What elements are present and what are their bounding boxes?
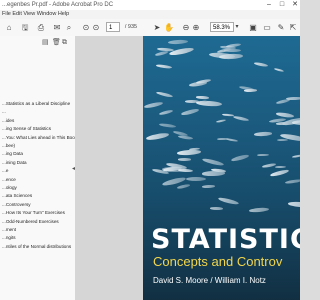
fish-decoration [155, 63, 173, 69]
bookmark-item[interactable]: ...Statistics as a Liberal Discipline [2, 100, 70, 107]
fish-decoration [143, 100, 164, 109]
previous-page-icon[interactable]: ⊙ [82, 22, 90, 33]
fish-decoration [216, 137, 229, 141]
fish-decoration [202, 185, 216, 189]
fish-decoration [177, 184, 191, 190]
page-total: / 935 [124, 24, 138, 30]
cover-subtitle: Concepts and Controv [153, 254, 283, 269]
bookmark-item[interactable]: ...You: What Lies ahead in This Book [2, 134, 75, 141]
fish-decoration [230, 153, 249, 162]
toolbar: ⌂ 🖫 ⎙ ✉ ⌕ ⊙ ⊙ 1 / 935 ➤ ✋ ⊖ ⊕ 58.3% ▾ ▣ … [0, 19, 300, 37]
fish-decoration [177, 169, 193, 173]
fish-decoration [145, 131, 170, 141]
bookmarks-toolbar: ▤ 🗑 ⧉ ✕ [0, 36, 75, 52]
bookmark-item[interactable]: ...e [2, 167, 8, 174]
fish-decoration [177, 149, 202, 156]
fish-decoration [291, 154, 300, 159]
fish-decoration [232, 115, 250, 122]
fish-decoration [261, 162, 277, 169]
bookmark-item[interactable]: ...ata Sciences [2, 192, 32, 199]
bookmark-item[interactable]: ...Odd-Numbered Exercises [2, 218, 59, 225]
share-icon[interactable]: ⇱ [288, 22, 298, 33]
fish-decoration [185, 176, 207, 181]
fish-decoration [217, 196, 239, 206]
bookmark-item[interactable]: ...ence [2, 176, 16, 183]
book-cover-page: STATISTIC Concepts and Controv David S. … [143, 36, 300, 300]
cover-authors: David S. Moore / William I. Notz [153, 276, 266, 285]
zoom-out-icon[interactable]: ⊖ [182, 22, 190, 33]
fish-decoration [215, 119, 227, 124]
fish-decoration [279, 133, 300, 143]
search-icon[interactable]: ⌕ [64, 22, 74, 33]
fish-decoration [209, 207, 223, 210]
window-controls: – □ ✕ [265, 0, 299, 10]
bookmark-item[interactable]: ...ology [2, 184, 17, 191]
home-icon[interactable]: ⌂ [4, 22, 14, 33]
bookmark-item[interactable]: ...ment [2, 226, 16, 233]
bookmark-item[interactable]: ... [2, 108, 6, 115]
fit-page-icon[interactable]: ▣ [248, 22, 258, 33]
page-number-input[interactable]: 1 [106, 22, 120, 32]
save-icon[interactable]: 🖫 [20, 22, 30, 33]
fish-decoration [169, 46, 195, 57]
bookmark-item[interactable]: ...ining Data [2, 159, 27, 166]
fish-decoration [158, 109, 173, 116]
bookmark-item[interactable]: ...ntiles of the Normal distributions [2, 243, 71, 250]
fish-decoration [156, 91, 174, 99]
email-icon[interactable]: ✉ [52, 22, 62, 33]
minimize-button[interactable]: – [265, 0, 273, 10]
fish-decoration [177, 134, 194, 140]
bookmark-item[interactable]: ...ing Sense of Statistics [2, 125, 51, 132]
fish-decoration [288, 201, 300, 208]
fish-decoration [270, 169, 290, 178]
bookmark-item[interactable]: ...bee) [2, 142, 15, 149]
fish-decoration [275, 166, 287, 169]
zoom-in-icon[interactable]: ⊕ [192, 22, 200, 33]
fish-decoration [167, 39, 188, 45]
zoom-input[interactable]: 58.3% [210, 22, 234, 32]
fish-decoration [201, 157, 225, 167]
fish-decoration [243, 88, 257, 92]
maximize-button[interactable]: □ [278, 0, 286, 10]
pen-icon[interactable]: ✎ [276, 22, 286, 33]
menu-items[interactable]: File Edit View Window Help [2, 11, 69, 18]
fish-decoration [277, 139, 289, 142]
fish-decoration [218, 53, 244, 60]
next-page-icon[interactable]: ⊙ [92, 22, 100, 33]
bookmarks-panel: ▤ 🗑 ⧉ ✕ ...Statistics as a Liberal Disci… [0, 36, 76, 300]
document-area[interactable]: STATISTIC Concepts and Controv David S. … [75, 36, 300, 300]
print-icon[interactable]: ⎙ [36, 22, 46, 33]
fish-decoration [178, 157, 191, 161]
fish-decoration [256, 154, 270, 157]
comment-icon[interactable]: ▭ [262, 22, 272, 33]
window-title: ...egenbes Pr.pdf - Adobe Acrobat Pro DC [2, 2, 114, 8]
fish-decoration [254, 131, 273, 137]
bookmark-item[interactable]: ...ing Data [2, 150, 23, 157]
close-button[interactable]: ✕ [291, 0, 299, 10]
bookmark-item[interactable]: ...Controversy [2, 201, 31, 208]
fish-decoration [284, 179, 300, 186]
delete-icon[interactable]: 🗑 [52, 38, 61, 48]
fish-decoration [275, 111, 295, 118]
hand-tool-icon[interactable]: ✋ [164, 22, 174, 33]
bookmark-item[interactable]: ...How Its Your Turn" Exercises [2, 209, 65, 216]
zoom-dropdown-icon[interactable]: ▾ [234, 22, 240, 33]
fish-decoration [286, 96, 300, 101]
close-panel-icon[interactable]: ✕ [64, 36, 70, 38]
fish-decoration [254, 61, 269, 68]
fish-decoration [274, 67, 285, 73]
fish-decoration [155, 50, 169, 57]
fish-decoration [291, 119, 300, 125]
bookmark-item[interactable]: ...ides [2, 117, 14, 124]
select-tool-icon[interactable]: ➤ [152, 22, 162, 33]
bookmark-item[interactable]: ...ngits [2, 234, 16, 241]
fish-decoration [195, 95, 209, 100]
options-icon[interactable]: ▤ [42, 38, 49, 48]
fish-decoration [159, 122, 177, 129]
fish-decoration [249, 207, 270, 214]
fish-decoration [180, 108, 199, 117]
expand-icon[interactable]: ⧉ [62, 38, 67, 48]
cover-title: STATISTIC [151, 224, 300, 255]
